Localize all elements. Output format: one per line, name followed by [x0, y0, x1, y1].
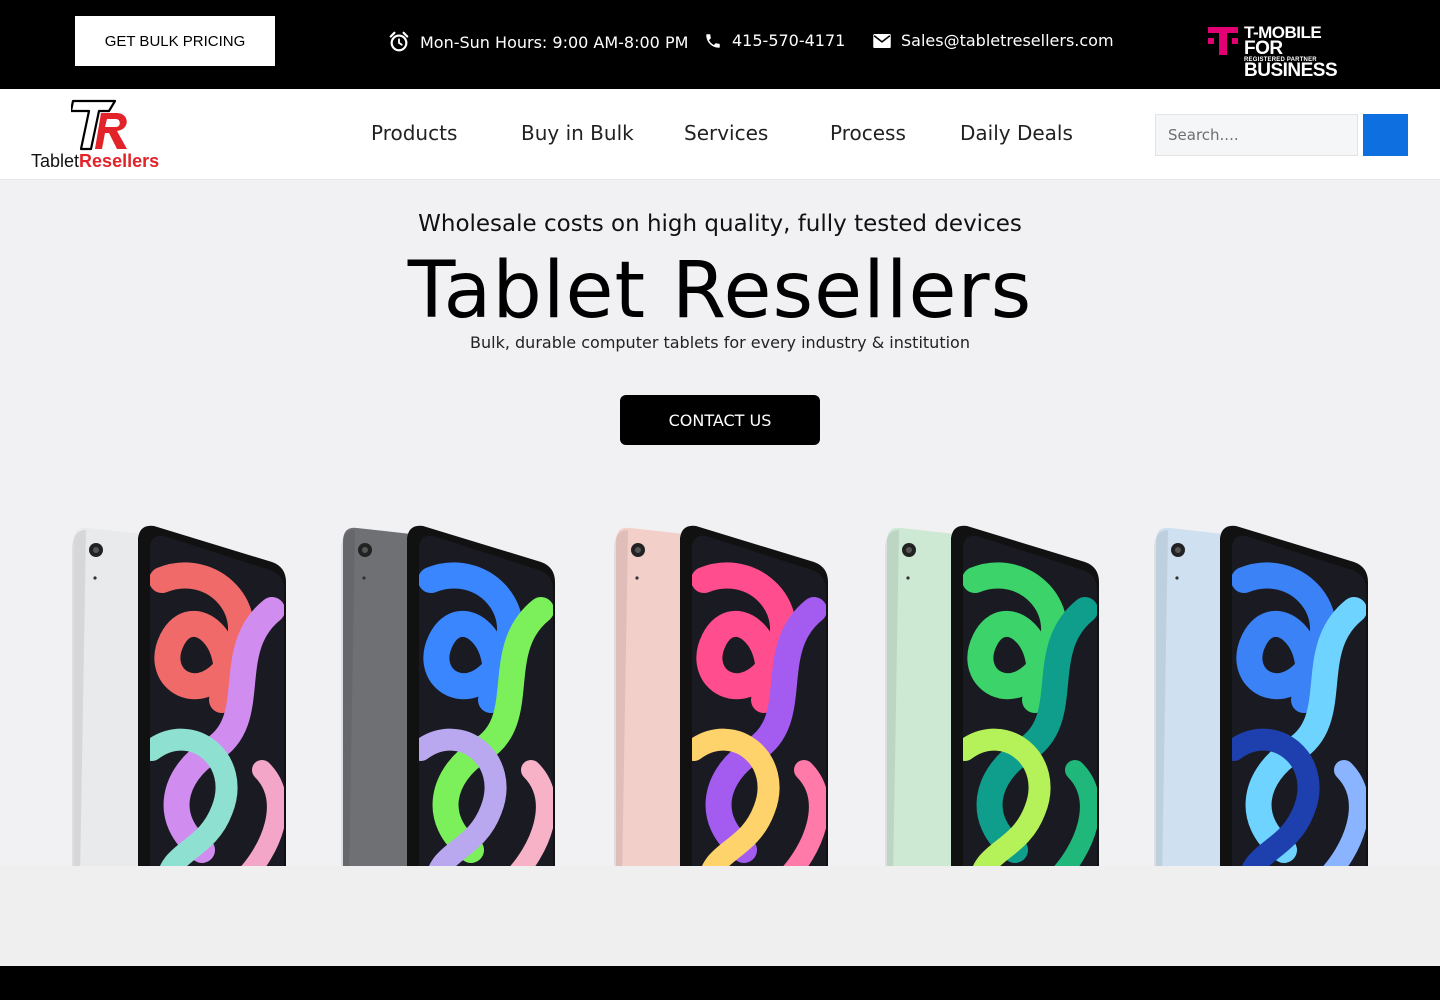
nav-daily-deals[interactable]: Daily Deals [960, 121, 1073, 145]
site-logo[interactable]: TabletResellers [31, 99, 176, 173]
envelope-icon [873, 33, 891, 48]
phone-info[interactable]: 415-570-4171 [704, 31, 845, 50]
phone-number[interactable]: 415-570-4171 [732, 31, 845, 50]
search-button[interactable] [1363, 114, 1408, 156]
tablet-image [885, 525, 1099, 866]
get-bulk-pricing-button[interactable]: GET BULK PRICING [75, 16, 275, 66]
hero-tagline: Wholesale costs on high quality, fully t… [418, 211, 1022, 237]
main-header: TabletResellers Products Buy in Bulk Ser… [0, 89, 1440, 180]
phone-icon [706, 33, 720, 48]
t-mobile-partner-logo[interactable]: T-MOBILE FOR BUSINESS REGISTERED PARTNER [1208, 23, 1368, 81]
bottom-bar [0, 966, 1440, 1000]
alarm-clock-icon [389, 31, 409, 52]
top-bar: GET BULK PRICING Mon-Sun Hours: 9:00 AM-… [0, 0, 1440, 89]
nav-services[interactable]: Services [684, 121, 768, 145]
tablet-image [1154, 525, 1368, 866]
hours-info: Mon-Sun Hours: 9:00 AM-8:00 PM [388, 31, 688, 53]
search-input[interactable] [1155, 114, 1358, 156]
tr-monogram-icon [71, 99, 127, 151]
nav-process[interactable]: Process [830, 121, 906, 145]
contact-us-button[interactable]: CONTACT US [620, 395, 820, 445]
email-info[interactable]: Sales@tabletresellers.com [873, 31, 1114, 50]
tablet-gallery [0, 520, 1440, 866]
email-address[interactable]: Sales@tabletresellers.com [901, 31, 1114, 50]
t-mobile-t-icon [1208, 27, 1238, 55]
content-band [0, 866, 1440, 966]
hours-text: Mon-Sun Hours: 9:00 AM-8:00 PM [420, 32, 689, 52]
partner-line3: REGISTERED PARTNER [1244, 57, 1317, 63]
nav-products[interactable]: Products [371, 121, 457, 145]
hero-title: Tablet Resellers [407, 246, 1033, 336]
logo-wordmark: TabletResellers [31, 151, 160, 171]
hero-subtitle: Bulk, durable computer tablets for every… [470, 333, 970, 352]
tablet-image [72, 525, 286, 866]
tablet-image [614, 525, 828, 866]
tablet-image [341, 525, 555, 866]
nav-buy-in-bulk[interactable]: Buy in Bulk [521, 121, 634, 145]
